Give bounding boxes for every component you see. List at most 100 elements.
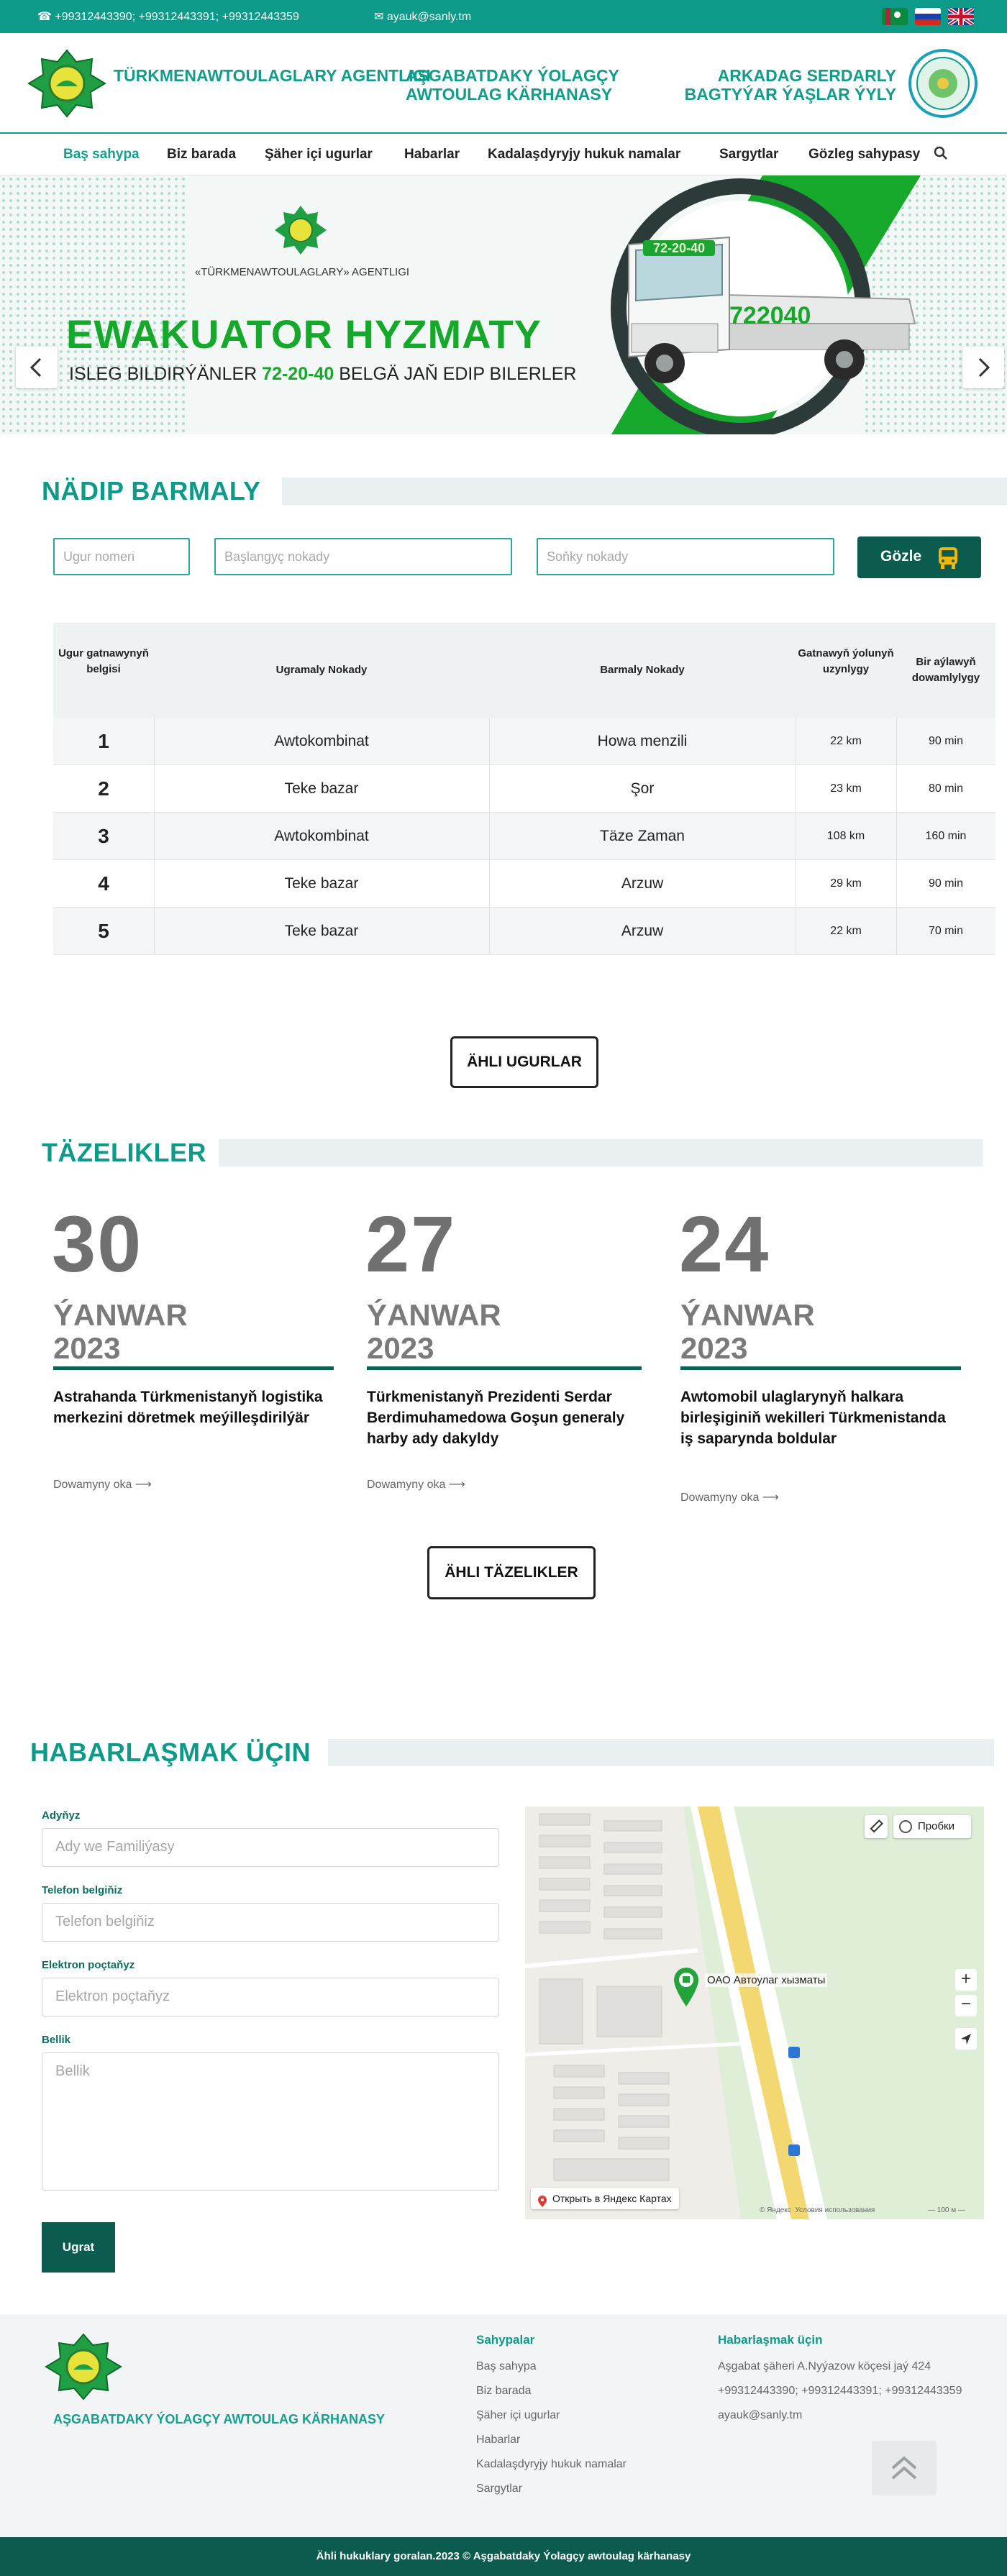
news-year: 2023 — [53, 1331, 121, 1365]
search-icon[interactable] — [934, 146, 948, 164]
footer-brand: AŞGABATDAKY ÝOLAGÇY AWTOULAG KÄRHANASY — [53, 2412, 386, 2426]
contact-title-bar — [328, 1739, 994, 1766]
footer-link-home[interactable]: Baş sahypa — [476, 2360, 537, 2373]
map-terms-link[interactable]: Условия использования — [795, 2206, 875, 2214]
nav-about[interactable]: Biz barada — [167, 147, 236, 163]
column-divider — [154, 813, 155, 860]
column-divider — [489, 718, 490, 765]
zoom-in-button[interactable]: + — [955, 1969, 977, 1991]
submit-button[interactable]: Ugrat — [42, 2222, 115, 2273]
th-to: Barmaly Nokady — [600, 664, 685, 676]
table-row[interactable]: 3 Awtokombinat Täze Zaman 108 km 160 min — [53, 813, 995, 860]
table-row[interactable]: 1 Awtokombinat Howa menzili 22 km 90 min — [53, 718, 995, 765]
route-search-button[interactable]: Gözle — [857, 536, 981, 578]
nav-legal-acts[interactable]: Kadalaşdyryjy hukuk namalar — [488, 147, 680, 163]
truck-top-number: 72-20-40 — [653, 241, 705, 255]
nav-home[interactable]: Baş sahypa — [63, 147, 140, 163]
hero-prev-button[interactable] — [16, 347, 58, 388]
footer-address: Aşgabat şäheri A.Nyýazow köçesi jaý 424 — [718, 2360, 931, 2372]
ruler-icon[interactable] — [865, 1815, 888, 1838]
hero-next-button[interactable] — [962, 347, 1004, 388]
column-divider — [896, 860, 897, 908]
news-year: 2023 — [680, 1331, 748, 1365]
routes-section-title: NÄDIP BARMALY — [42, 476, 261, 506]
nav-city-routes[interactable]: Şäher içi ugurlar — [265, 147, 373, 163]
column-divider — [154, 860, 155, 908]
footer-link-routes[interactable]: Şäher içi ugurlar — [476, 2409, 560, 2422]
cell-route-number: 3 — [98, 825, 109, 847]
agency-logo[interactable] — [24, 49, 109, 118]
news-title[interactable]: Astrahanda Türkmenistanyň logistika merk… — [53, 1387, 334, 1428]
map-canvas[interactable] — [525, 1807, 984, 2219]
footer-link-news[interactable]: Habarlar — [476, 2434, 520, 2447]
cell-to: Arzuw — [621, 875, 664, 892]
table-row[interactable]: 4 Teke bazar Arzuw 29 km 90 min — [53, 860, 995, 908]
message-textarea[interactable]: Bellik — [42, 2052, 499, 2191]
phone-label: Telefon belgiňiz — [42, 1884, 123, 1896]
tow-truck-image: 72-20-40 722040 — [628, 236, 916, 383]
cell-from: Awtokombinat — [274, 828, 369, 844]
footer-link-legal[interactable]: Kadalaşdyryjy hukuk namalar — [476, 2458, 626, 2471]
scroll-to-top-button[interactable] — [872, 2441, 937, 2495]
column-divider — [896, 813, 897, 860]
traffic-icon — [899, 1820, 912, 1833]
cell-length: 23 km — [830, 782, 862, 795]
end-point-input[interactable]: Soňky nokady — [537, 538, 834, 575]
news-divider — [680, 1366, 961, 1370]
nav-news[interactable]: Habarlar — [404, 147, 460, 163]
flag-turkmenistan-icon[interactable] — [882, 8, 908, 25]
news-title[interactable]: Türkmenistanyň Prezidenti Serdar Berdimu… — [367, 1387, 652, 1449]
news-title[interactable]: Awtomobil ulaglarynyň halkara birleşigin… — [680, 1387, 954, 1449]
th-duration: Bir aýlawyň dowamlylygy — [911, 656, 980, 684]
geolocation-icon[interactable] — [955, 2028, 977, 2050]
footer-link-about[interactable]: Biz barada — [476, 2385, 532, 2398]
all-news-button[interactable]: ÄHLI TÄZELIKLER — [427, 1546, 596, 1599]
nav-search-page[interactable]: Gözleg sahypasy — [808, 147, 920, 163]
all-routes-button[interactable]: ÄHLI UGURLAR — [450, 1036, 598, 1088]
cell-length: 22 km — [830, 735, 862, 747]
open-in-yandex-link[interactable]: Открыть в Яндекс Картах — [531, 2188, 679, 2209]
route-number-input[interactable]: Ugur nomeri — [53, 538, 190, 575]
agency-title: TÜRKMENAWTOULAGLARY AGENTLIGI — [114, 66, 431, 85]
cell-route-number: 2 — [98, 777, 109, 800]
news-read-more-link[interactable]: Dowamyny oka ⟶ — [367, 1477, 465, 1492]
map-place-label[interactable]: ОАО Автоулаг хызматы — [705, 1973, 828, 1987]
company-title-line1: AŞGABATDAKY ÝOLAGÇY — [406, 66, 619, 85]
hero-phone[interactable]: 72-20-40 — [262, 364, 334, 384]
column-divider — [896, 718, 897, 765]
yandex-map[interactable]: ОАО Автоулаг хызматы Пробки + − Открыть … — [525, 1807, 984, 2219]
map-marker-icon[interactable] — [673, 1966, 700, 2008]
top-phones[interactable]: ☎ +99312443390; +99312443391; +993124433… — [37, 9, 299, 24]
top-email[interactable]: ✉ ayauk@sanly.tm — [374, 9, 471, 24]
table-row[interactable]: 2 Teke bazar Şor 23 km 80 min — [53, 765, 995, 813]
phone-icon: ☎ — [37, 11, 55, 23]
start-point-input[interactable]: Başlangyç nokady — [214, 538, 512, 575]
table-row[interactable]: 5 Teke bazar Arzuw 22 km 70 min — [53, 908, 995, 955]
news-read-more-link[interactable]: Dowamyny oka ⟶ — [680, 1490, 779, 1504]
th-from: Ugramaly Nokady — [275, 664, 368, 676]
year-title-line2: BAGTYÝAR ÝAŞLAR ÝYLY — [684, 85, 896, 104]
map-pin-icon — [538, 2193, 547, 2207]
map-attribution: © Яндекс Условия использования — [760, 2206, 875, 2214]
routes-table-header: Ugur gatnawynyň belgisi Ugramaly Nokady … — [53, 623, 995, 718]
cell-from: Awtokombinat — [274, 733, 369, 749]
footer-phones[interactable]: +99312443390; +99312443391; +99312443359 — [718, 2385, 962, 2398]
flag-uk-icon[interactable] — [948, 8, 974, 25]
email-label: Elektron poçtaňyz — [42, 1959, 135, 1971]
phone-input[interactable]: Telefon belgiňiz — [42, 1903, 499, 1942]
email-input[interactable]: Elektron poçtaňyz — [42, 1978, 499, 2017]
traffic-button[interactable]: Пробки — [893, 1815, 971, 1838]
footer-email[interactable]: ayauk@sanly.tm — [718, 2409, 802, 2422]
flag-russia-icon[interactable] — [915, 8, 941, 25]
nav-orders[interactable]: Sargytlar — [719, 147, 778, 163]
column-divider — [896, 908, 897, 955]
name-input[interactable]: Ady we Familiýasy — [42, 1828, 499, 1867]
site-footer: AŞGABATDAKY ÝOLAGÇY AWTOULAG KÄRHANASY S… — [0, 2314, 1007, 2537]
news-read-more-link[interactable]: Dowamyny oka ⟶ — [53, 1477, 152, 1492]
column-divider — [489, 908, 490, 955]
news-month: ÝANWAR — [680, 1298, 815, 1332]
message-label: Bellik — [42, 2034, 71, 2046]
footer-logo[interactable] — [42, 2333, 125, 2401]
zoom-out-button[interactable]: − — [955, 1995, 977, 2017]
footer-link-orders[interactable]: Sargytlar — [476, 2483, 522, 2495]
